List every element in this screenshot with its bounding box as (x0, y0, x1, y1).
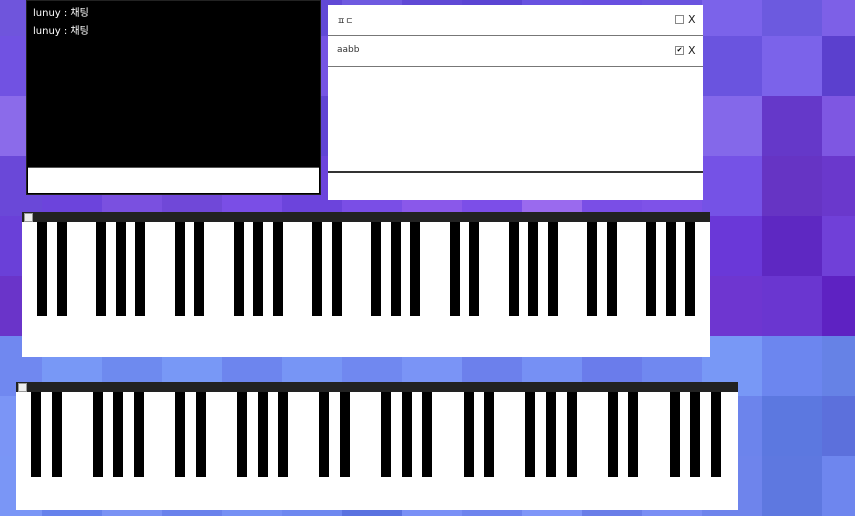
piano-black-key[interactable] (711, 392, 721, 477)
piano-black-key[interactable] (253, 222, 263, 316)
todo-item-checkbox[interactable] (675, 15, 684, 24)
background-tile (822, 276, 855, 336)
piano-black-key[interactable] (628, 392, 638, 477)
piano-black-key[interactable] (469, 222, 479, 316)
todo-panel: ㅍㄷ X aabb ✔ X (328, 5, 703, 200)
todo-input[interactable] (328, 171, 703, 200)
piano-black-key[interactable] (646, 222, 656, 316)
todo-item-text: ㅍㄷ (337, 17, 354, 27)
piano-black-key[interactable] (116, 222, 126, 316)
piano-black-key[interactable] (567, 392, 577, 477)
piano-black-key[interactable] (134, 392, 144, 477)
piano-black-key[interactable] (450, 222, 460, 316)
piano-black-key[interactable] (422, 392, 432, 477)
piano-black-key[interactable] (93, 392, 103, 477)
chat-message: lunuy : 채팅 (33, 26, 89, 37)
piano-toggle-checkbox[interactable] (24, 213, 33, 222)
piano-black-key[interactable] (332, 222, 342, 316)
chat-panel: lunuy : 채팅 lunuy : 채팅 (26, 0, 321, 195)
background-tile (762, 276, 822, 336)
piano-black-key[interactable] (690, 392, 700, 477)
background-tile (822, 216, 855, 276)
background-tile (702, 0, 762, 36)
todo-item-delete-button[interactable]: X (688, 44, 696, 57)
piano-keyboard[interactable] (22, 212, 710, 357)
chat-message: lunuy : 채팅 (33, 8, 89, 19)
chat-input[interactable] (28, 167, 319, 193)
piano-black-key[interactable] (31, 392, 41, 477)
background-tile (702, 216, 762, 276)
background-tile (702, 96, 762, 156)
background-tile (762, 36, 822, 96)
piano-black-key[interactable] (175, 392, 185, 477)
todo-item-checkbox[interactable]: ✔ (675, 46, 684, 55)
piano-black-key[interactable] (96, 222, 106, 316)
background-tile (702, 36, 762, 96)
piano-black-key[interactable] (278, 392, 288, 477)
piano-black-key[interactable] (113, 392, 123, 477)
background-tile (762, 156, 822, 216)
piano-black-key[interactable] (340, 392, 350, 477)
todo-item-delete-button[interactable]: X (688, 13, 696, 26)
background-tile (822, 456, 855, 516)
piano-black-key[interactable] (666, 222, 676, 316)
piano-black-key[interactable] (608, 392, 618, 477)
piano-black-key[interactable] (175, 222, 185, 316)
background-tile (762, 336, 822, 396)
piano-keyboard[interactable] (16, 382, 738, 510)
piano-black-key[interactable] (391, 222, 401, 316)
background-tile (762, 456, 822, 516)
piano-black-key[interactable] (57, 222, 67, 316)
piano-black-key[interactable] (464, 392, 474, 477)
piano-black-key[interactable] (587, 222, 597, 316)
piano-black-key[interactable] (402, 392, 412, 477)
piano-title-bar[interactable] (22, 212, 710, 222)
background-tile (822, 0, 855, 36)
background-tile (762, 396, 822, 456)
background-tile (822, 156, 855, 216)
todo-item: aabb ✔ X (328, 36, 703, 67)
piano-title-bar[interactable] (16, 382, 738, 392)
background-tile (702, 156, 762, 216)
piano-toggle-checkbox[interactable] (18, 383, 27, 392)
piano-black-key[interactable] (548, 222, 558, 316)
background-tile (822, 36, 855, 96)
piano-black-key[interactable] (528, 222, 538, 316)
piano-black-key[interactable] (52, 392, 62, 477)
piano-black-key[interactable] (312, 222, 322, 316)
chat-message-list: lunuy : 채팅 lunuy : 채팅 (27, 1, 320, 41)
background-tile (762, 96, 822, 156)
piano-black-key[interactable] (196, 392, 206, 477)
piano-black-key[interactable] (258, 392, 268, 477)
todo-item-text: aabb (337, 45, 360, 55)
piano-black-key[interactable] (381, 392, 391, 477)
background-tile (702, 276, 762, 336)
piano-black-key[interactable] (319, 392, 329, 477)
piano-black-key[interactable] (525, 392, 535, 477)
piano-black-key[interactable] (685, 222, 695, 316)
piano-black-key[interactable] (237, 392, 247, 477)
piano-black-key[interactable] (234, 222, 244, 316)
piano-black-key[interactable] (546, 392, 556, 477)
piano-black-key[interactable] (371, 222, 381, 316)
piano-black-key[interactable] (194, 222, 204, 316)
todo-item: ㅍㄷ X (328, 5, 703, 36)
piano-black-key[interactable] (607, 222, 617, 316)
background-tile (762, 216, 822, 276)
piano-black-key[interactable] (509, 222, 519, 316)
piano-black-key[interactable] (135, 222, 145, 316)
piano-black-key[interactable] (273, 222, 283, 316)
background-tile (822, 336, 855, 396)
piano-black-key[interactable] (410, 222, 420, 316)
piano-black-key[interactable] (670, 392, 680, 477)
background-tile (822, 396, 855, 456)
background-tile (762, 0, 822, 36)
background-tile (822, 96, 855, 156)
piano-black-key[interactable] (484, 392, 494, 477)
piano-black-key[interactable] (37, 222, 47, 316)
